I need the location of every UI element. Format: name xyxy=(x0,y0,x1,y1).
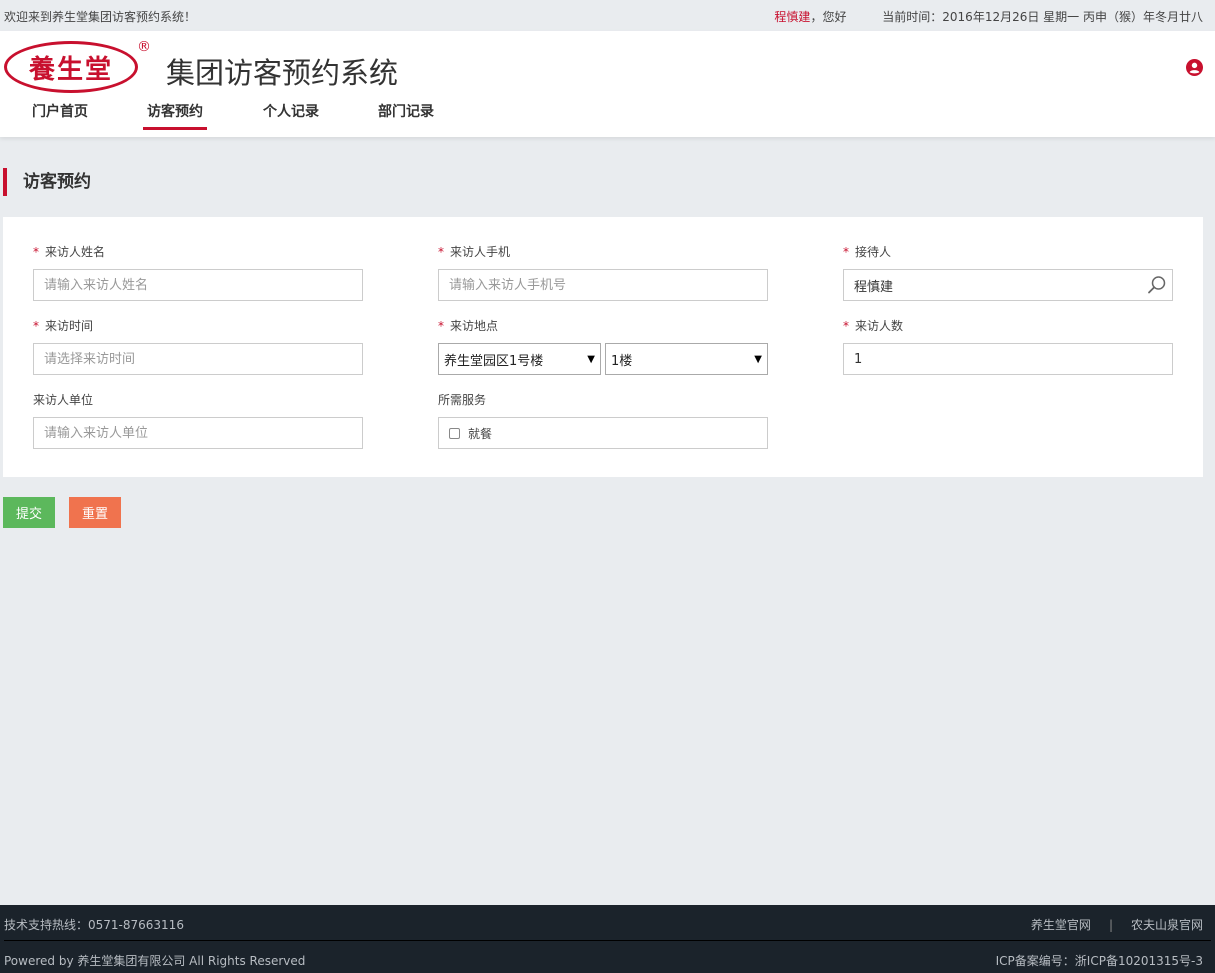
footer-divider xyxy=(4,940,1211,941)
visitor-name-label: 来访人姓名 xyxy=(45,245,106,259)
registered-mark: ® xyxy=(137,39,151,55)
required-mark: * xyxy=(438,245,444,259)
icp-number: ICP备案编号：浙ICP备10201315号-3 xyxy=(995,954,1203,968)
host-field: * 接待人 xyxy=(843,243,1173,301)
visitor-company-label: 来访人单位 xyxy=(33,393,94,407)
host-input[interactable] xyxy=(843,269,1173,301)
support-hotline: 技术支持热线：0571-87663116 xyxy=(4,918,184,932)
page-title: 访客预约 xyxy=(3,168,91,196)
system-title: 集团访客预约系统 xyxy=(166,56,399,90)
welcome-text: 欢迎来到养生堂集团访客预约系统！ xyxy=(4,10,197,24)
visitor-phone-label: 来访人手机 xyxy=(450,245,511,259)
visit-time-field: * 来访时间 xyxy=(33,317,363,375)
user-account-icon[interactable] xyxy=(1186,59,1203,76)
footer-links: 养生堂官网 | 农夫山泉官网 xyxy=(1031,916,1203,933)
nav-item-personal-records[interactable]: 个人记录 xyxy=(263,101,319,127)
nav-item-department-records[interactable]: 部门记录 xyxy=(378,101,434,127)
visitor-count-field: * 来访人数 xyxy=(843,317,1173,375)
submit-button[interactable]: 提交 xyxy=(3,497,55,528)
booking-form: * 来访人姓名 * 来访人手机 * 接待人 * 来访时间 * 来访地点 养生堂园区1号楼 … xyxy=(3,217,1203,477)
floor-select[interactable]: 1楼 ▼ xyxy=(605,343,768,375)
nav-item-home[interactable]: 门户首页 xyxy=(32,101,88,127)
visitor-phone-input[interactable] xyxy=(438,269,768,301)
link-yangshengtang[interactable]: 养生堂官网 xyxy=(1031,918,1091,932)
services-label: 所需服务 xyxy=(438,393,487,407)
visitor-count-input[interactable] xyxy=(843,343,1173,375)
visit-location-label: 来访地点 xyxy=(450,319,499,333)
required-mark: * xyxy=(843,245,849,259)
visit-time-input[interactable] xyxy=(33,343,363,375)
visit-time-label: 来访时间 xyxy=(45,319,94,333)
building-selected-value: 养生堂园区1号楼 xyxy=(444,353,544,369)
visitor-count-label: 来访人数 xyxy=(855,319,904,333)
required-mark: * xyxy=(843,319,849,333)
current-user-name: 程慎建 xyxy=(774,10,811,24)
top-right-info: 程慎建，您好 当前时间：2016年12月26日 星期一 丙申（猴）年冬月廿八 xyxy=(774,8,1203,25)
floor-selected-value: 1楼 xyxy=(611,353,633,369)
brand-logo[interactable]: 養生堂 xyxy=(4,41,138,93)
dining-option-label[interactable]: 就餐 xyxy=(468,425,492,442)
greeting-text: ，您好 xyxy=(810,10,847,24)
visitor-company-input[interactable] xyxy=(33,417,363,449)
visit-location-field: * 来访地点 养生堂园区1号楼 ▼ 1楼 ▼ xyxy=(438,317,768,375)
host-label: 接待人 xyxy=(855,245,892,259)
required-mark: * xyxy=(33,319,39,333)
visitor-company-field: 来访人单位 xyxy=(33,391,363,449)
visitor-name-field: * 来访人姓名 xyxy=(33,243,363,301)
nav-item-visitor-booking[interactable]: 访客预约 xyxy=(143,101,207,130)
building-select[interactable]: 养生堂园区1号楼 ▼ xyxy=(438,343,601,375)
host-search xyxy=(843,269,1173,301)
required-mark: * xyxy=(438,319,444,333)
dropdown-arrow-icon: ▼ xyxy=(754,353,762,365)
required-mark: * xyxy=(33,245,39,259)
search-icon[interactable] xyxy=(1147,275,1167,295)
visitor-name-input[interactable] xyxy=(33,269,363,301)
link-separator: | xyxy=(1108,918,1113,932)
services-field: 所需服务 就餐 xyxy=(438,391,768,449)
current-datetime: 当前时间：2016年12月26日 星期一 丙申（猴）年冬月廿八 xyxy=(882,10,1203,24)
logo-text: 養生堂 xyxy=(28,54,113,85)
dining-checkbox[interactable] xyxy=(449,427,460,439)
dropdown-arrow-icon: ▼ xyxy=(587,353,595,365)
reset-button[interactable]: 重置 xyxy=(69,497,121,528)
services-options: 就餐 xyxy=(438,417,768,449)
link-nongfu-spring[interactable]: 农夫山泉官网 xyxy=(1131,918,1203,932)
visitor-phone-field: * 来访人手机 xyxy=(438,243,768,301)
top-bar: 欢迎来到养生堂集团访客预约系统！ 程慎建，您好 当前时间：2016年12月26日… xyxy=(0,0,1215,31)
header: 養生堂 ® 集团访客预约系统 门户首页 访客预约 个人记录 部门记录 xyxy=(0,31,1215,137)
footer: 技术支持热线：0571-87663116 养生堂官网 | 农夫山泉官网 Powere… xyxy=(0,905,1215,973)
copyright-text: Powered by 养生堂集团有限公司 All Rights Reserved xyxy=(4,954,306,968)
